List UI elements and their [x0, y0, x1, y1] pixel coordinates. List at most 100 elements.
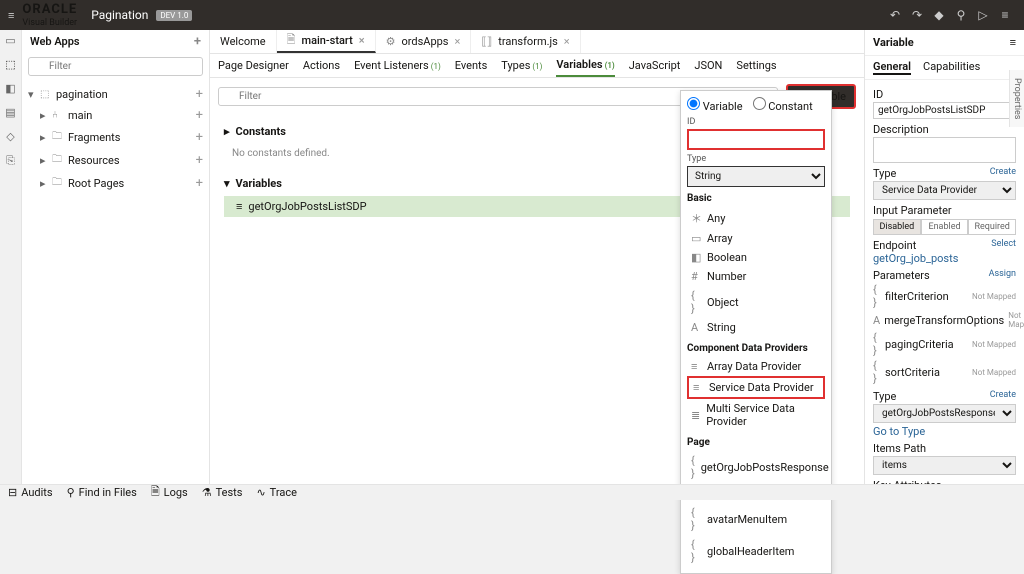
param-row[interactable]: { }filterCriterionNot Mapped: [873, 282, 1016, 310]
radio-constant[interactable]: Constant: [753, 97, 813, 113]
type-option[interactable]: { }avatarMenuItem: [687, 503, 825, 535]
seg-required[interactable]: Required: [968, 219, 1016, 235]
add-icon[interactable]: +: [196, 176, 203, 191]
param-row[interactable]: { }sortCriteriaNot Mapped: [873, 358, 1016, 386]
bottom-bar: ⊟Audits ⚲Find in Files 🗎Logs ⚗Tests ∿Trace: [0, 484, 1024, 500]
prop-id-input[interactable]: [873, 102, 1016, 119]
bottombar-trace[interactable]: ∿Trace: [256, 486, 296, 499]
topbar: ≡ ORACLE Visual Builder Pagination DEV 1…: [0, 0, 1024, 30]
sub-tab[interactable]: Event Listeners(1): [354, 55, 441, 76]
webapps-title: Web Apps: [30, 35, 80, 48]
bottombar-logs[interactable]: 🗎Logs: [151, 483, 188, 502]
editor-tab[interactable]: ⟦⟧transform.js×: [471, 30, 580, 53]
add-icon[interactable]: +: [196, 153, 203, 168]
popup-type-label: Type: [687, 154, 825, 164]
type-option[interactable]: ◧Boolean: [687, 248, 825, 267]
goto-type-link[interactable]: Go to Type: [873, 425, 1016, 438]
undo-icon[interactable]: ↶: [884, 8, 906, 22]
properties-title: Variable: [873, 36, 914, 49]
prop-items-label: Items Path: [873, 442, 926, 455]
prop-desc-input[interactable]: [873, 137, 1016, 163]
param-row[interactable]: AmergeTransformOptionsNot Mapped: [873, 310, 1016, 330]
prop-type-label: Type: [873, 167, 896, 180]
prop-type-create-link[interactable]: Create: [990, 167, 1016, 177]
seg-disabled[interactable]: Disabled: [873, 219, 921, 235]
tree-item[interactable]: ▸🗀Resources+: [26, 149, 205, 172]
variable-type-popup: Variable Constant ID Type String Basic＊A…: [680, 90, 832, 574]
rail-bo-icon[interactable]: ▤: [4, 106, 18, 120]
sub-tab[interactable]: Events: [455, 55, 488, 76]
prop-tab[interactable]: General: [873, 60, 911, 75]
brand-bottom: Visual Builder: [22, 18, 77, 28]
sub-tab[interactable]: Settings: [736, 55, 776, 76]
param-row[interactable]: { }pagingCriteriaNot Mapped: [873, 330, 1016, 358]
tree-item[interactable]: ▸🗀Root Pages+: [26, 172, 205, 195]
prop-type-select[interactable]: Service Data Provider: [873, 181, 1016, 200]
prop-endpoint-value[interactable]: getOrg_job_posts: [873, 252, 1016, 265]
add-icon[interactable]: +: [196, 108, 203, 123]
type-option[interactable]: #Number: [687, 267, 825, 286]
brand-top: ORACLE: [22, 2, 77, 17]
type-option[interactable]: ≣Multi Service Data Provider: [687, 399, 825, 431]
add-icon[interactable]: +: [196, 130, 203, 145]
prop-tab[interactable]: Capabilities: [923, 60, 980, 75]
left-rail: ▭ ⬚ ◧ ▤ ◇ ⎘: [0, 30, 22, 484]
prop-type2-select[interactable]: getOrgJobPostsResponse: [873, 404, 1016, 423]
prop-params-assign-link[interactable]: Assign: [989, 269, 1016, 279]
editor-tab[interactable]: 🗎main-start×: [277, 30, 376, 53]
sub-tab[interactable]: JavaScript: [629, 55, 681, 76]
type-option[interactable]: ▭Array: [687, 229, 825, 248]
rail-web-icon[interactable]: ⬚: [4, 58, 18, 72]
diamond-icon[interactable]: ◆: [928, 8, 950, 22]
sub-tab[interactable]: Actions: [303, 55, 340, 76]
bottombar-tests[interactable]: ⚗Tests: [202, 486, 243, 499]
prop-items-select[interactable]: items: [873, 456, 1016, 475]
properties-toggle[interactable]: Properties: [1009, 70, 1024, 127]
menu-icon[interactable]: ≡: [8, 9, 14, 22]
type-option[interactable]: { }Object: [687, 286, 825, 318]
popup-id-input[interactable]: [687, 129, 825, 150]
type-option[interactable]: ≡Service Data Provider: [687, 376, 825, 399]
add-icon[interactable]: +: [196, 87, 203, 102]
editor-tabs: Welcome🗎main-start×⚙ordsApps×⟦⟧transform…: [210, 30, 864, 54]
tree-item[interactable]: ▸⑃main+: [26, 105, 205, 126]
properties-menu-icon[interactable]: ≡: [1010, 36, 1016, 49]
type-option[interactable]: AString: [687, 318, 825, 337]
sub-tab[interactable]: Types(1): [501, 55, 542, 76]
editor-tab[interactable]: Welcome: [210, 30, 277, 53]
editor-tab[interactable]: ⚙ordsApps×: [376, 30, 472, 53]
seg-enabled[interactable]: Enabled: [921, 219, 969, 235]
prop-type2-create-link[interactable]: Create: [990, 390, 1016, 400]
redo-icon[interactable]: ↷: [906, 8, 928, 22]
sub-tab[interactable]: Variables(1): [556, 54, 614, 77]
tree-item[interactable]: ▸🗀Fragments+: [26, 126, 205, 149]
rail-components-icon[interactable]: ◇: [4, 130, 18, 144]
webapps-add-icon[interactable]: +: [194, 34, 201, 49]
type-option[interactable]: ≡Array Data Provider: [687, 357, 825, 376]
more-icon[interactable]: ≡: [994, 8, 1016, 22]
type-option[interactable]: { }globalHeaderItem: [687, 535, 825, 567]
rail-source-icon[interactable]: ⎘: [4, 154, 18, 168]
rail-mobile-icon[interactable]: ▭: [4, 34, 18, 48]
popup-type-select[interactable]: String: [687, 166, 825, 187]
radio-variable[interactable]: Variable: [687, 97, 743, 113]
close-icon[interactable]: ×: [359, 34, 365, 47]
type-option[interactable]: { }getOrgJobPostsResponse: [687, 451, 825, 483]
tree-item[interactable]: ▾⬚pagination+: [26, 84, 205, 105]
type-option[interactable]: ＊Any: [687, 207, 825, 229]
sub-tab[interactable]: Page Designer: [218, 55, 289, 76]
webapps-filter-input[interactable]: [28, 57, 203, 76]
play-icon[interactable]: ▷: [972, 8, 994, 22]
close-icon[interactable]: ×: [454, 35, 460, 48]
prop-endpoint-select-link[interactable]: Select: [991, 239, 1016, 249]
popup-group-title: Page: [687, 437, 825, 448]
prop-inpar-label: Input Parameter: [873, 204, 952, 217]
search-icon[interactable]: ⚲: [950, 8, 972, 22]
popup-id-label: ID: [687, 117, 825, 127]
sub-tab[interactable]: JSON: [694, 55, 722, 76]
prop-endpoint-label: Endpoint: [873, 239, 916, 252]
bottombar-audits[interactable]: ⊟Audits: [8, 486, 53, 499]
close-icon[interactable]: ×: [564, 35, 570, 48]
bottombar-find-in-files[interactable]: ⚲Find in Files: [67, 486, 137, 499]
rail-services-icon[interactable]: ◧: [4, 82, 18, 96]
